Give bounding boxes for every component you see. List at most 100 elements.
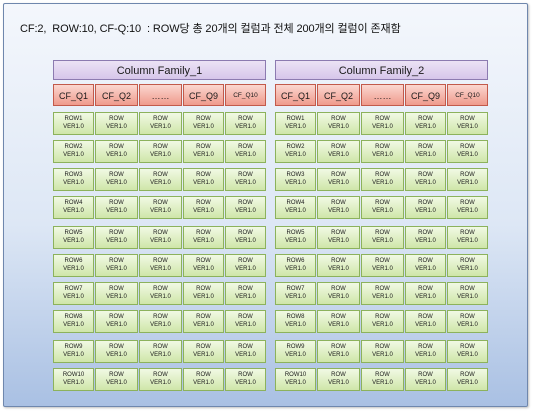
cell-row-label: ROW (153, 314, 168, 320)
column-cell: ROW VER1.0 (405, 112, 446, 135)
row-key: ROW7 (286, 286, 305, 292)
column-cell: ROW VER1.0 (139, 254, 182, 277)
table-row: ROW5 VER1.0 ROW VER1.0 ROW VER1.0 ROW VER1.0 ROW… (275, 226, 488, 249)
cell-row-label: ROW (238, 144, 253, 150)
cell-version: VER1.0 (457, 351, 478, 358)
cell-row-label: ROW (238, 230, 253, 236)
cell-version: VER1.0 (193, 237, 214, 244)
cell-version: VER1.0 (457, 379, 478, 386)
column-cell: ROW VER1.0 (183, 254, 224, 277)
column-cell: ROW VER1.0 (405, 168, 446, 191)
cell-version: VER1.0 (372, 151, 393, 158)
table-row: ROW4 VER1.0 ROW VER1.0 ROW VER1.0 ROW VER1.0 ROW… (275, 196, 488, 219)
column-cell: ROW VER1.0 (139, 282, 182, 305)
row-version: VER1.0 (285, 265, 306, 272)
cell-row-label: ROW (331, 230, 346, 236)
cell-row-label: ROW (153, 200, 168, 206)
row-version: VER1.0 (63, 151, 84, 158)
row-key-cell: ROW10 VER1.0 (275, 368, 316, 391)
row-key-cell: ROW6 VER1.0 (53, 254, 94, 277)
row-key: ROW3 (286, 172, 305, 178)
column-cell: ROW VER1.0 (405, 226, 446, 249)
cell-row-label: ROW (196, 172, 211, 178)
qualifier-cell: CF_Q2 (317, 84, 360, 106)
cell-row-label: ROW (153, 116, 168, 122)
row-key-cell: ROW3 VER1.0 (53, 168, 94, 191)
cell-row-label: ROW (196, 258, 211, 264)
cell-row-label: ROW (375, 230, 390, 236)
qualifier-cell: …… (361, 84, 404, 106)
row-key-cell: ROW8 VER1.0 (53, 310, 94, 333)
cell-version: VER1.0 (235, 179, 256, 186)
qualifier-cell: …… (139, 84, 182, 106)
table-row: ROW3 VER1.0 ROW VER1.0 ROW VER1.0 ROW VER1.0 ROW… (275, 168, 488, 191)
cell-version: VER1.0 (328, 351, 349, 358)
row-key-cell: ROW2 VER1.0 (275, 140, 316, 163)
cell-row-label: ROW (238, 172, 253, 178)
cell-version: VER1.0 (235, 151, 256, 158)
row-key: ROW6 (64, 258, 83, 264)
cell-row-label: ROW (196, 286, 211, 292)
column-cell: ROW VER1.0 (139, 140, 182, 163)
column-cell: ROW VER1.0 (361, 282, 404, 305)
cell-row-label: ROW (153, 172, 168, 178)
row-key: ROW6 (286, 258, 305, 264)
cell-row-label: ROW (196, 144, 211, 150)
row-key-cell: ROW3 VER1.0 (275, 168, 316, 191)
cell-version: VER1.0 (372, 321, 393, 328)
cell-version: VER1.0 (193, 321, 214, 328)
cell-version: VER1.0 (106, 123, 127, 130)
row-version: VER1.0 (285, 123, 306, 130)
row-version: VER1.0 (63, 293, 84, 300)
cell-version: VER1.0 (415, 179, 436, 186)
table-row: ROW1 VER1.0 ROW VER1.0 ROW VER1.0 ROW VER1.0 ROW… (275, 112, 488, 135)
qualifier-cell: CF_Q10 (447, 84, 488, 106)
row-key-cell: ROW5 VER1.0 (275, 226, 316, 249)
column-family-header: Column Family_2 (275, 60, 488, 80)
cell-row-label: ROW (153, 286, 168, 292)
column-cell: ROW VER1.0 (361, 310, 404, 333)
cell-version: VER1.0 (193, 379, 214, 386)
column-cell: ROW VER1.0 (361, 340, 404, 363)
cell-row-label: ROW (238, 200, 253, 206)
table-row: ROW9 VER1.0 ROW VER1.0 ROW VER1.0 ROW VER1.0 ROW… (275, 340, 488, 363)
row-key-cell: ROW5 VER1.0 (53, 226, 94, 249)
row-version: VER1.0 (63, 123, 84, 130)
table-row: ROW7 VER1.0 ROW VER1.0 ROW VER1.0 ROW VER1.0 ROW… (275, 282, 488, 305)
column-family-2: Column Family_2 CF_Q1 CF_Q2…… CF_Q9 CF_Q10 … (275, 60, 488, 396)
column-cell: ROW VER1.0 (447, 140, 488, 163)
row-group: ROW1 VER1.0 ROW VER1.0 ROW VER1.0 ROW VER1.0 ROW… (53, 112, 266, 391)
cell-version: VER1.0 (193, 293, 214, 300)
row-version: VER1.0 (63, 321, 84, 328)
cell-row-label: ROW (153, 344, 168, 350)
table-row: ROW5 VER1.0 ROW VER1.0 ROW VER1.0 ROW VER1.0 ROW… (53, 226, 266, 249)
row-key-cell: ROW2 VER1.0 (53, 140, 94, 163)
column-cell: ROW VER1.0 (361, 196, 404, 219)
row-version: VER1.0 (63, 379, 84, 386)
row-key: ROW10 (62, 372, 85, 378)
cell-version: VER1.0 (328, 151, 349, 158)
table-row: ROW2 VER1.0 ROW VER1.0 ROW VER1.0 ROW VER1.0 ROW… (275, 140, 488, 163)
column-cell: ROW VER1.0 (405, 310, 446, 333)
cell-row-label: ROW (418, 116, 433, 122)
row-key: ROW5 (64, 230, 83, 236)
column-cell: ROW VER1.0 (225, 368, 266, 391)
cell-version: VER1.0 (415, 379, 436, 386)
cell-row-label: ROW (375, 314, 390, 320)
row-key: ROW10 (284, 372, 307, 378)
cell-row-label: ROW (153, 372, 168, 378)
row-key-cell: ROW9 VER1.0 (275, 340, 316, 363)
column-cell: ROW VER1.0 (183, 310, 224, 333)
cell-version: VER1.0 (106, 293, 127, 300)
column-cell: ROW VER1.0 (447, 112, 488, 135)
cell-version: VER1.0 (193, 351, 214, 358)
column-cell: ROW VER1.0 (139, 112, 182, 135)
row-key: ROW8 (286, 314, 305, 320)
diagram-caption: CF:2, ROW:10, CF-Q:10 : ROW당 총 20개의 컬럼과 … (20, 23, 401, 35)
cell-row-label: ROW (238, 258, 253, 264)
row-key: ROW2 (64, 144, 83, 150)
cell-row-label: ROW (460, 144, 475, 150)
cell-row-label: ROW (331, 258, 346, 264)
row-key-cell: ROW7 VER1.0 (275, 282, 316, 305)
cell-version: VER1.0 (150, 321, 171, 328)
